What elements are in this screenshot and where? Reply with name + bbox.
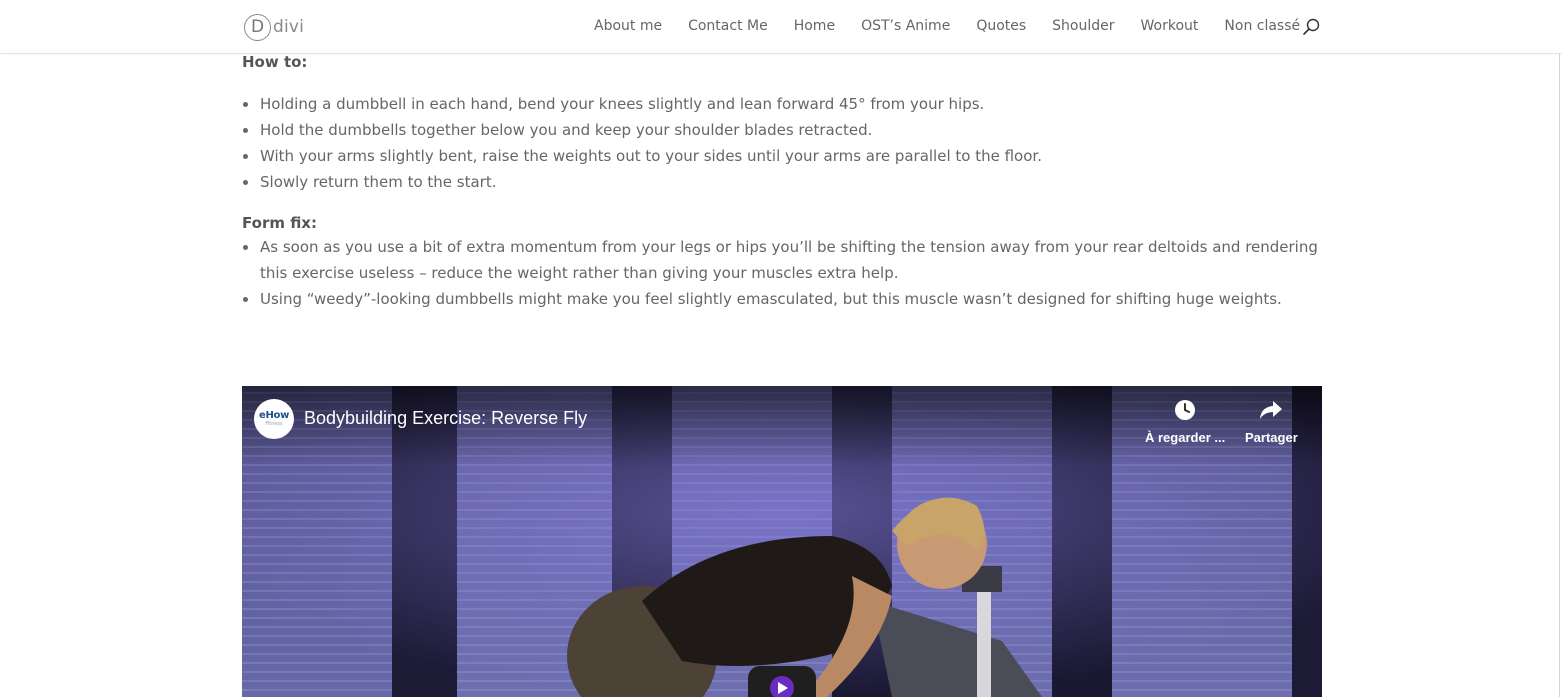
list-item: With your arms slightly bent, raise the …: [242, 143, 1324, 169]
list-item: Holding a dumbbell in each hand, bend yo…: [242, 91, 1324, 117]
nav-item-ost-anime[interactable]: OST’s Anime: [861, 16, 950, 36]
list-item: Hold the dumbbells together below you an…: [242, 117, 1324, 143]
list-item: Slowly return them to the start.: [242, 169, 1324, 195]
video-title[interactable]: Bodybuilding Exercise: Reverse Fly: [304, 408, 587, 429]
watch-later-button[interactable]: À regarder ...: [1145, 399, 1225, 445]
share-arrow-icon: [1259, 399, 1283, 425]
share-button[interactable]: Partager: [1245, 399, 1298, 445]
watch-later-label: À regarder ...: [1145, 430, 1226, 445]
form-fix-heading: Form fix:: [242, 214, 317, 232]
nav-item-quotes[interactable]: Quotes: [976, 16, 1026, 36]
list-item: As soon as you use a bit of extra moment…: [242, 234, 1324, 286]
how-to-heading: How to:: [242, 53, 308, 71]
channel-avatar[interactable]: eHow Fitness: [254, 399, 294, 439]
play-button[interactable]: [748, 666, 816, 697]
nav-item-home[interactable]: Home: [794, 16, 835, 36]
search-icon[interactable]: [1301, 17, 1321, 37]
channel-sub: Fitness: [265, 421, 283, 427]
nav-item-about-me[interactable]: About me: [594, 16, 662, 36]
article-content: How to: Holding a dumbbell in each hand,…: [242, 52, 1324, 312]
play-icon: [778, 682, 788, 694]
channel-brand: eHow: [258, 410, 290, 421]
nav-item-contact-me[interactable]: Contact Me: [688, 16, 768, 36]
scrollbar-track[interactable]: [1559, 54, 1560, 697]
video-embed[interactable]: eHow Fitness Bodybuilding Exercise: Reve…: [242, 386, 1322, 697]
main-nav: About me Contact Me Home OST’s Anime Quo…: [594, 16, 1300, 36]
nav-item-workout[interactable]: Workout: [1141, 16, 1199, 36]
list-item: Using “weedy”-looking dumbbells might ma…: [242, 286, 1324, 312]
logo-text: divi: [273, 17, 305, 37]
form-fix-list: As soon as you use a bit of extra moment…: [242, 234, 1324, 312]
share-label: Partager: [1245, 430, 1298, 445]
clock-icon: [1174, 399, 1196, 425]
logo-mark: D: [244, 13, 271, 41]
how-to-list: Holding a dumbbell in each hand, bend yo…: [242, 91, 1324, 195]
site-logo[interactable]: D divi: [244, 13, 304, 41]
site-header: D divi About me Contact Me Home OST’s An…: [0, 0, 1562, 53]
nav-item-shoulder[interactable]: Shoulder: [1052, 16, 1114, 36]
nav-item-non-classe[interactable]: Non classé: [1224, 16, 1300, 36]
